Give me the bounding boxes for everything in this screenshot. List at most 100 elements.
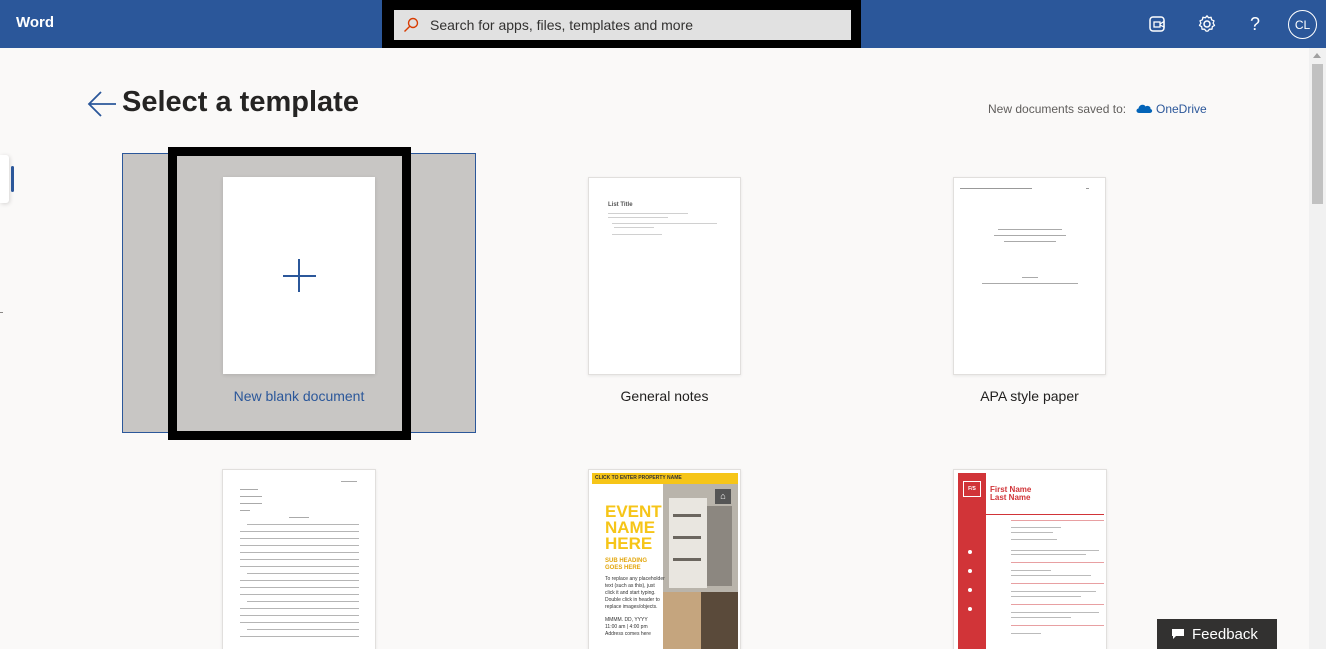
save-location-label: New documents saved to: bbox=[988, 102, 1127, 116]
text-line bbox=[998, 229, 1062, 230]
back-arrow-icon[interactable] bbox=[87, 90, 117, 118]
scrollbar-thumb[interactable] bbox=[1312, 64, 1323, 204]
flyer-photo: ⌂ bbox=[663, 484, 738, 649]
text-line bbox=[1011, 591, 1096, 592]
text-line bbox=[240, 559, 359, 560]
flyer-headline: EVENT NAME HERE bbox=[605, 503, 662, 553]
flyer-body-line: To replace any placeholder bbox=[605, 576, 665, 582]
flyer-sub-line: SUB HEADING bbox=[605, 558, 648, 564]
search-input[interactable]: Search for apps, files, templates and mo… bbox=[394, 10, 851, 40]
app-name[interactable]: Word bbox=[16, 14, 54, 31]
template-label-new-blank[interactable]: New blank document bbox=[223, 388, 375, 404]
onedrive-link[interactable]: OneDrive bbox=[1156, 102, 1207, 116]
search-icon bbox=[404, 17, 419, 32]
text-line bbox=[1011, 633, 1041, 634]
building-side bbox=[707, 506, 732, 586]
text-line bbox=[1011, 539, 1057, 540]
side-divider bbox=[0, 312, 3, 313]
settings-button[interactable] bbox=[1196, 13, 1218, 35]
flyer-body: To replace any placeholder text (such as… bbox=[605, 576, 665, 611]
interior-photo-dark bbox=[701, 592, 738, 649]
building-balcony bbox=[673, 536, 701, 539]
scroll-up-arrow-icon[interactable] bbox=[1313, 53, 1321, 58]
text-line bbox=[960, 188, 1032, 189]
building-balcony bbox=[673, 558, 701, 561]
text-line bbox=[247, 524, 359, 525]
notes-thumb-title: List Title bbox=[608, 202, 633, 208]
text-line bbox=[247, 601, 359, 602]
text-line bbox=[289, 517, 309, 518]
side-panel-indicator bbox=[11, 166, 14, 192]
text-line bbox=[240, 580, 359, 581]
gear-icon bbox=[1198, 15, 1216, 32]
search-placeholder: Search for apps, files, templates and mo… bbox=[430, 17, 694, 33]
flyer-body-line: text (such as this), just bbox=[605, 583, 655, 589]
building-balcony bbox=[673, 514, 701, 517]
text-line bbox=[240, 552, 359, 553]
resume-contact-icon bbox=[968, 588, 972, 592]
template-thumbnail-apa-paper[interactable] bbox=[953, 177, 1106, 375]
flyer-sub-line: GOES HERE bbox=[605, 565, 641, 571]
avatar[interactable]: CL bbox=[1288, 10, 1317, 39]
page-number-line bbox=[1086, 188, 1089, 189]
chat-bubble-icon bbox=[1172, 629, 1184, 639]
text-line bbox=[1011, 570, 1051, 571]
side-panel-tab[interactable] bbox=[0, 155, 9, 203]
flyer-headline-line: HERE bbox=[605, 534, 653, 553]
section-rule bbox=[1011, 604, 1104, 605]
template-label-apa-paper[interactable]: APA style paper bbox=[953, 388, 1106, 404]
text-line bbox=[614, 227, 654, 228]
text-line bbox=[1022, 277, 1038, 278]
text-line bbox=[1011, 554, 1086, 555]
resume-rule bbox=[958, 514, 1104, 515]
flyer-banner-text: CLICK TO ENTER PROPERTY NAME bbox=[595, 475, 682, 481]
text-line bbox=[1011, 612, 1099, 613]
flyer-subheading: SUB HEADING GOES HERE bbox=[605, 558, 647, 572]
text-line bbox=[240, 615, 359, 616]
resume-contact-icon bbox=[968, 569, 972, 573]
text-line bbox=[612, 234, 662, 235]
template-label-general-notes[interactable]: General notes bbox=[588, 388, 741, 404]
text-line bbox=[240, 531, 359, 532]
section-rule bbox=[1011, 625, 1104, 626]
flyer-date: MMMM. DD, YYYY bbox=[605, 617, 648, 623]
interior-photo bbox=[663, 592, 701, 649]
text-line bbox=[608, 217, 668, 218]
resume-name: First Name Last Name bbox=[990, 486, 1031, 502]
teams-icon[interactable] bbox=[1147, 13, 1169, 35]
template-thumbnail-mla-paper[interactable] bbox=[222, 469, 376, 649]
section-rule bbox=[1011, 562, 1104, 563]
feedback-button[interactable]: Feedback bbox=[1157, 619, 1277, 649]
text-line bbox=[341, 481, 357, 482]
flyer-banner: CLICK TO ENTER PROPERTY NAME bbox=[592, 473, 738, 484]
page-title: Select a template bbox=[122, 86, 359, 118]
text-line bbox=[1011, 550, 1099, 551]
text-line bbox=[994, 235, 1066, 236]
resume-contact-icon bbox=[968, 550, 972, 554]
resume-last-name: Last Name bbox=[990, 493, 1031, 502]
text-line bbox=[240, 545, 359, 546]
text-line bbox=[240, 636, 359, 637]
text-line bbox=[240, 622, 359, 623]
text-line bbox=[1004, 241, 1056, 242]
template-thumbnail-event-flyer[interactable]: CLICK TO ENTER PROPERTY NAME ⌂ EVENT NAM… bbox=[588, 469, 741, 649]
plus-icon-bar bbox=[283, 275, 316, 277]
resume-monogram: F/S bbox=[963, 481, 981, 497]
text-line bbox=[240, 594, 359, 595]
home-icon: ⌂ bbox=[715, 489, 731, 504]
template-thumbnail-resume[interactable]: F/S First Name Last Name bbox=[953, 469, 1107, 649]
text-line bbox=[1011, 532, 1053, 533]
text-line bbox=[240, 503, 262, 504]
feedback-label: Feedback bbox=[1192, 625, 1258, 643]
text-line bbox=[240, 489, 258, 490]
text-line bbox=[240, 538, 359, 539]
text-line bbox=[247, 629, 359, 630]
flyer-address: Address comes here bbox=[605, 631, 651, 637]
onedrive-cloud-icon bbox=[1136, 104, 1153, 113]
flyer-body-line: click it and start typing. bbox=[605, 590, 656, 596]
flyer-body-line: Double click in header to bbox=[605, 597, 660, 603]
text-line bbox=[1011, 596, 1081, 597]
text-line bbox=[240, 496, 262, 497]
template-thumbnail-general-notes[interactable]: List Title bbox=[588, 177, 741, 375]
help-icon[interactable]: ? bbox=[1244, 13, 1266, 35]
